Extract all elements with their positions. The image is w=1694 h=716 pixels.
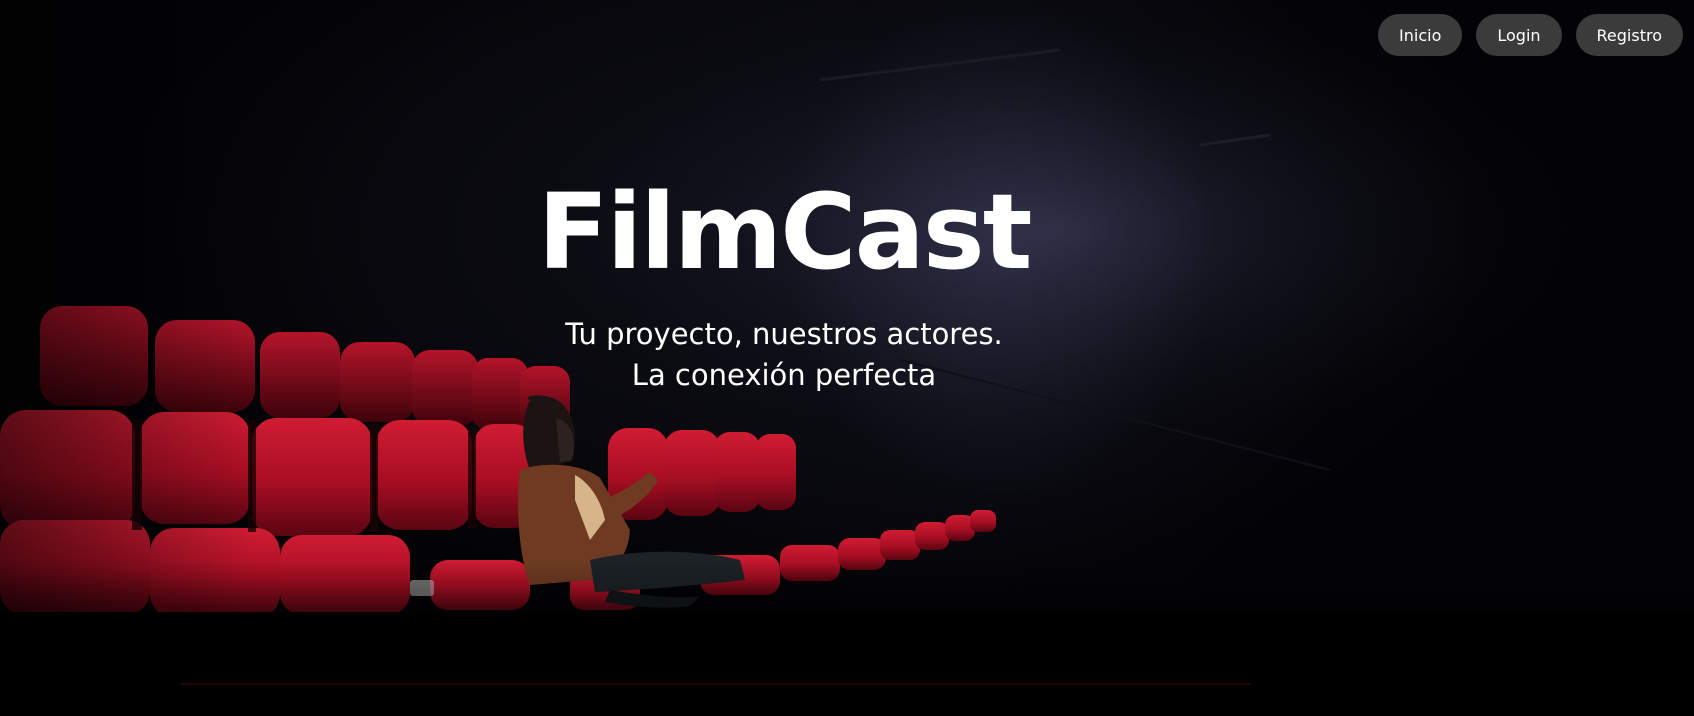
top-nav: Inicio Login Registro bbox=[1378, 14, 1683, 56]
page: Inicio Login Registro FilmCast Tu proyec… bbox=[0, 0, 1694, 716]
hero-subtitle: Tu proyecto, nuestros actores. La conexi… bbox=[484, 314, 1084, 396]
hero-subtitle-line-2: La conexión perfecta bbox=[631, 358, 937, 392]
hero: FilmCast Tu proyecto, nuestros actores. … bbox=[484, 170, 1084, 396]
nav-registro-button[interactable]: Registro bbox=[1575, 14, 1683, 56]
hero-subtitle-line-1: Tu proyecto, nuestros actores. bbox=[565, 317, 1003, 351]
hero-title: FilmCast bbox=[537, 171, 1033, 293]
nav-inicio-button[interactable]: Inicio bbox=[1378, 14, 1463, 56]
nav-login-button[interactable]: Login bbox=[1476, 14, 1562, 56]
